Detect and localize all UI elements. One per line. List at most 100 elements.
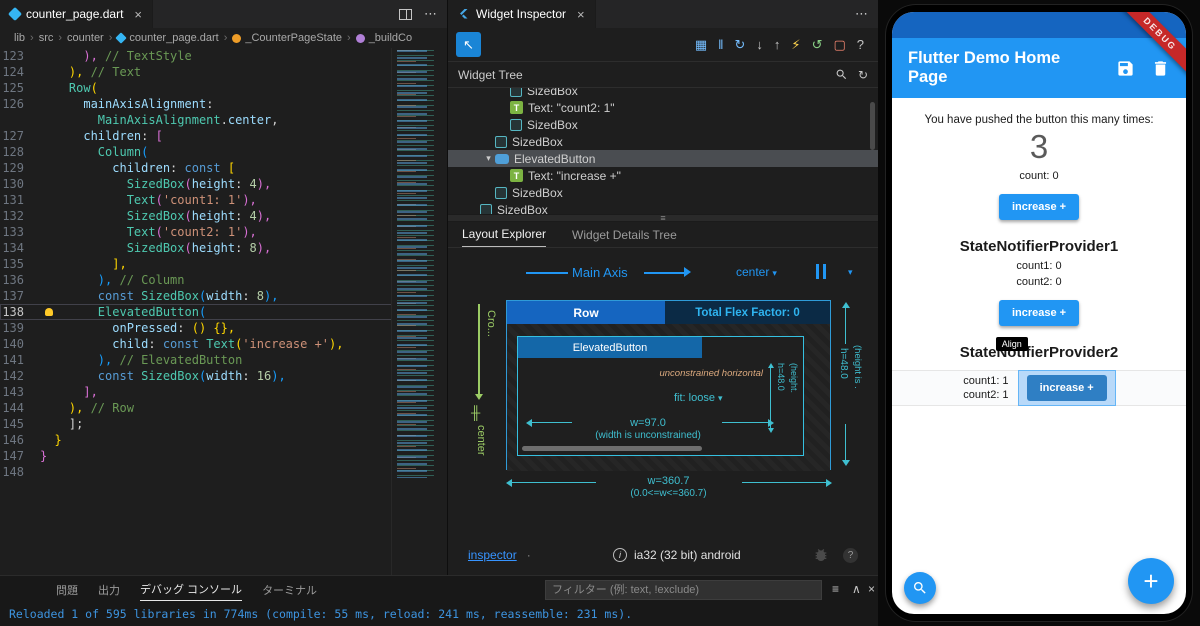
minimap[interactable] — [391, 48, 447, 575]
pause-icon[interactable]: ‖ — [718, 37, 723, 52]
tree-item-6[interactable]: SizedBox — [448, 184, 878, 201]
tab-counter-page-dart[interactable]: counter_page.dart × — [0, 0, 153, 28]
close-icon[interactable]: × — [134, 7, 142, 22]
chevron-down-icon[interactable]: ▾ — [482, 153, 495, 164]
code-line[interactable]: 146 } — [0, 432, 447, 448]
code-line[interactable]: 140 child: const Text('increase +'), — [0, 336, 447, 352]
code-line[interactable]: 132 SizedBox(height: 4), — [0, 208, 447, 224]
code-line[interactable]: 133 Text('count2: 1'), — [0, 224, 447, 240]
tab-widget-inspector[interactable]: Widget Inspector × — [448, 0, 596, 28]
panel-tab-0[interactable]: 問題 — [56, 578, 78, 601]
code-text: ), // Column — [97, 273, 185, 287]
breadcrumb[interactable]: lib › src › counter › counter_page.dart › _Count… — [0, 28, 447, 48]
cross-axis-alignment-dropdown[interactable]: ▾ — [848, 267, 853, 278]
help-icon[interactable]: ? — [857, 37, 864, 52]
scrollbar[interactable] — [870, 102, 875, 150]
inspector-link[interactable]: inspector — [468, 548, 517, 562]
search-icon[interactable] — [835, 68, 848, 81]
close-icon[interactable]: × — [577, 7, 585, 22]
panel-tab-1[interactable]: 出力 — [98, 578, 120, 601]
more-actions-icon[interactable]: ⋯ — [855, 6, 868, 22]
increase-button-2[interactable]: increase + — [998, 300, 1080, 326]
increment-fab[interactable]: + — [1128, 558, 1174, 604]
tree-item-1[interactable]: T Text: "count2: 1" — [448, 99, 878, 116]
code-line[interactable]: 147} — [0, 448, 447, 464]
code-line[interactable]: 123 ), // TextStyle — [0, 48, 447, 64]
main-axis-alignment-dropdown[interactable]: center ▾ — [736, 265, 777, 279]
tree-item-4[interactable]: ▾ ElevatedButton — [448, 150, 878, 167]
layout-grid-icon[interactable]: ▦ — [695, 37, 707, 53]
code-line[interactable]: 127 children: [ — [0, 128, 447, 144]
step-over-icon[interactable]: ↻ — [735, 37, 746, 53]
collapse-panel-icon[interactable]: ∧ — [852, 582, 861, 596]
code-line[interactable]: 124 ), // Text — [0, 64, 447, 80]
select-widget-mode-button[interactable]: ↖ — [456, 32, 481, 57]
increase-button-1[interactable]: increase + — [998, 194, 1080, 220]
code-line[interactable]: 139 onPressed: () {}, — [0, 320, 447, 336]
breadcrumb-item-0[interactable]: lib — [14, 32, 25, 44]
tree-item-3[interactable]: SizedBox — [448, 133, 878, 150]
breadcrumb-item-1[interactable]: src — [39, 32, 54, 44]
breadcrumb-item-3[interactable]: counter_page.dart — [115, 32, 219, 44]
code-line[interactable]: 135 ], — [0, 256, 447, 272]
stop-icon[interactable]: ▢ — [833, 37, 845, 53]
refresh-icon[interactable]: ↻ — [858, 68, 868, 82]
code-line[interactable]: 129 children: const [ — [0, 160, 447, 176]
breadcrumb-item-5[interactable]: _buildCo — [355, 32, 412, 44]
code-line[interactable]: 138 ElevatedButton( — [0, 304, 447, 320]
code-line[interactable]: 134 SizedBox(height: 8), — [0, 240, 447, 256]
help-icon[interactable]: ? — [843, 547, 858, 563]
hot-reload-icon[interactable]: ⚡ — [791, 37, 800, 53]
breadcrumb-item-4[interactable]: _CounterPageState — [232, 32, 342, 44]
more-actions-icon[interactable]: ⋯ — [424, 6, 437, 22]
elevatedbutton-widget-box[interactable]: ElevatedButton unconstrained horizontal … — [517, 336, 804, 456]
code-line[interactable]: 145 ]; — [0, 416, 447, 432]
step-into-icon[interactable]: ↓ — [756, 37, 763, 52]
lightbulb-icon[interactable] — [45, 308, 53, 316]
code-line[interactable]: 126 mainAxisAlignment: — [0, 96, 447, 112]
split-editor-icon[interactable] — [399, 8, 412, 20]
code-line[interactable]: MainAxisAlignment.center, — [0, 112, 447, 128]
splitter-handle[interactable]: ≡ — [448, 213, 878, 223]
panel-tab-3[interactable]: ターミナル — [262, 578, 317, 601]
tree-item-7[interactable]: SizedBox — [448, 201, 878, 214]
tree-item-0[interactable]: SizedBox — [448, 88, 878, 99]
widget-tree[interactable]: SizedBox T Text: "count2: 1" SizedBox SizedB… — [448, 88, 878, 214]
code-line[interactable]: 148 — [0, 464, 447, 480]
tree-item-2[interactable]: SizedBox — [448, 116, 878, 133]
elevatedbutton-widget-label[interactable]: ElevatedButton — [518, 337, 702, 358]
tab-layout-explorer[interactable]: Layout Explorer — [462, 222, 547, 247]
code-line[interactable]: 125 Row( — [0, 80, 447, 96]
row-widget-box[interactable]: Row Total Flex Factor: 0 ElevatedButton … — [506, 300, 831, 471]
code-line[interactable]: 128 Column( — [0, 144, 447, 160]
app-bar: Flutter Demo Home Page — [892, 38, 1186, 98]
code-line[interactable]: 137 const SizedBox(width: 8), — [0, 288, 447, 304]
close-panel-icon[interactable]: × — [868, 582, 875, 596]
panel-tab-2[interactable]: デバッグ コンソール — [140, 577, 243, 601]
code-line[interactable]: 142 const SizedBox(width: 16), — [0, 368, 447, 384]
step-out-icon[interactable]: ↑ — [774, 37, 781, 52]
row-widget-label[interactable]: Row — [507, 301, 665, 324]
filter-icon[interactable]: ≡ — [832, 582, 839, 596]
code-line[interactable]: 130 SizedBox(height: 4), — [0, 176, 447, 192]
tree-item-5[interactable]: T Text: "increase +" — [448, 167, 878, 184]
tab-widget-details-tree[interactable]: Widget Details Tree — [572, 222, 677, 247]
code-line[interactable]: 143 ], — [0, 384, 447, 400]
code-area[interactable]: 123 ), // TextStyle 124 ), // Text 125 Row… — [0, 48, 447, 575]
filter-input[interactable] — [545, 580, 822, 600]
code-line[interactable]: 136 ), // Column — [0, 272, 447, 288]
hot-restart-icon[interactable]: ↺ — [812, 37, 823, 53]
increase-button-3[interactable]: increase + — [1026, 375, 1107, 401]
inspector-select-fab[interactable] — [904, 572, 936, 604]
delete-icon[interactable] — [1151, 59, 1170, 78]
code-line[interactable]: 131 Text('count1: 1'), — [0, 192, 447, 208]
code-text: MainAxisAlignment.center, — [97, 113, 279, 127]
code-line[interactable]: 144 ), // Row — [0, 400, 447, 416]
app-body: You have pushed the button this many tim… — [892, 114, 1186, 406]
code-line[interactable]: 141 ), // ElevatedButton — [0, 352, 447, 368]
scrollbar[interactable] — [522, 446, 702, 451]
bug-icon[interactable] — [813, 547, 829, 563]
fit-dropdown[interactable]: fit: loose ▾ — [674, 392, 723, 404]
save-icon[interactable] — [1116, 59, 1135, 78]
breadcrumb-item-2[interactable]: counter — [67, 32, 104, 44]
